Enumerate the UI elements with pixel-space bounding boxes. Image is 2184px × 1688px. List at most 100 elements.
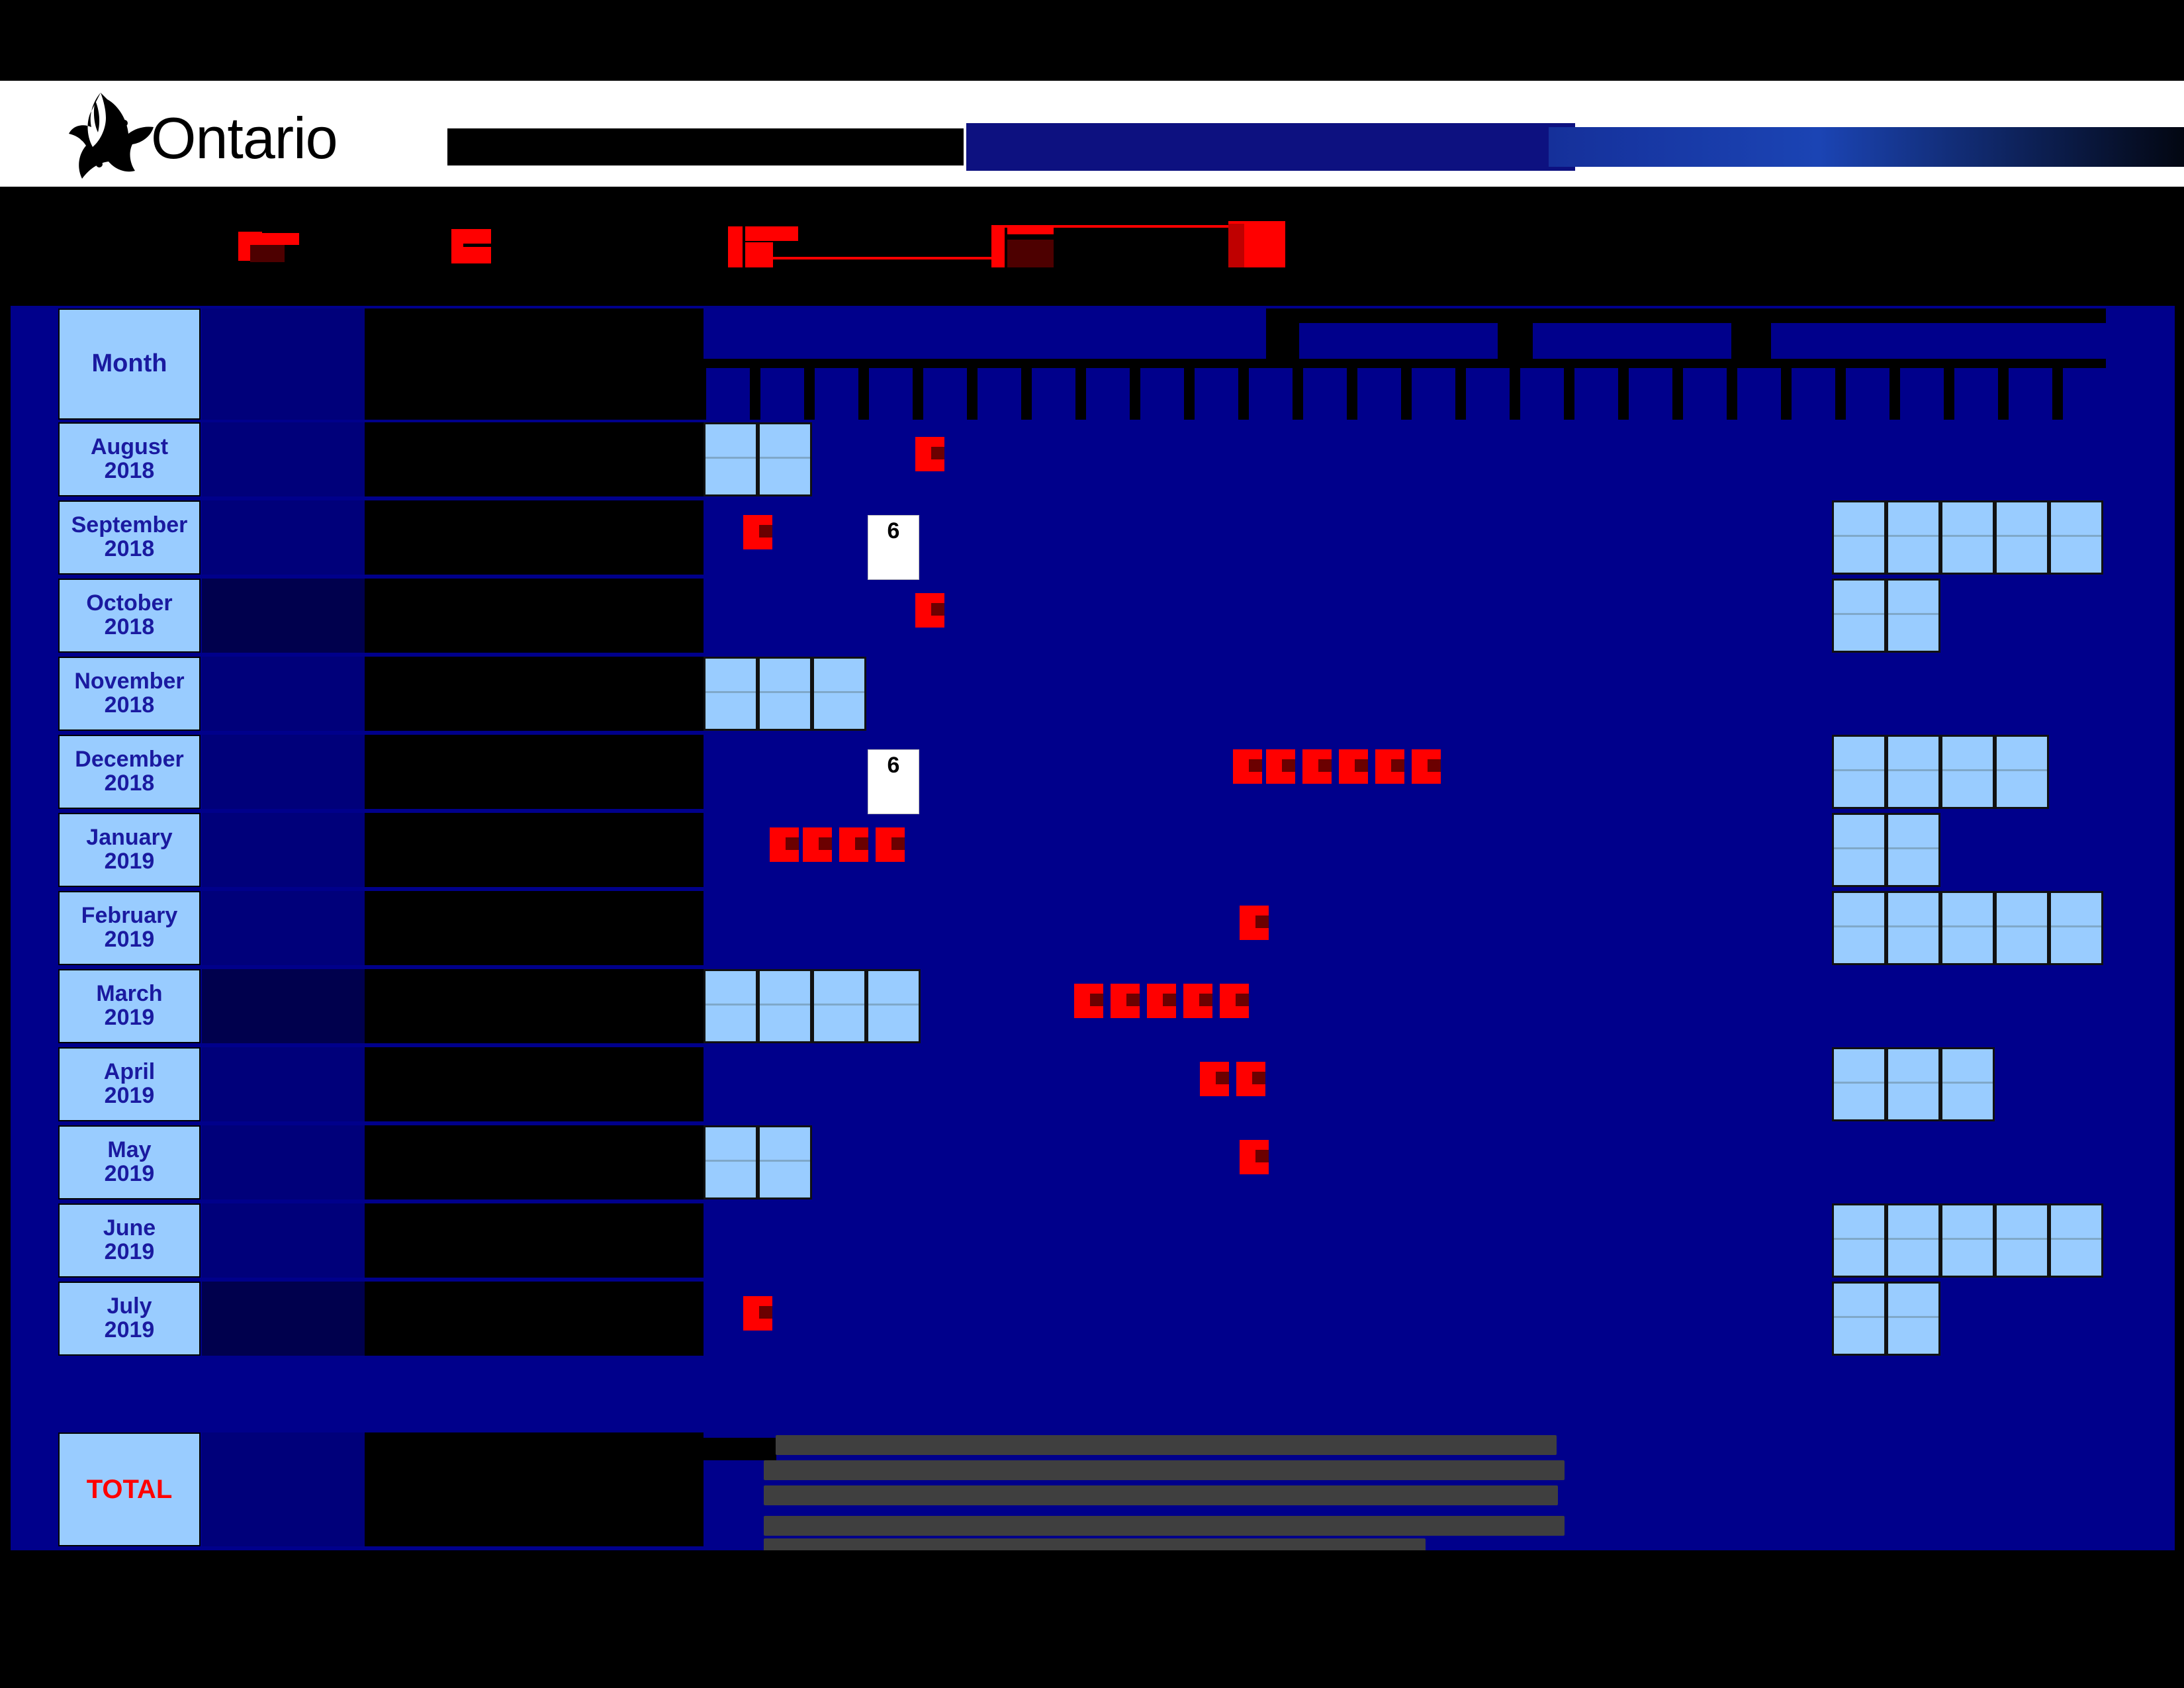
highlighted-cell[interactable] [1940,891,1995,965]
highlighted-cell[interactable] [1886,1282,1940,1356]
column-header-tick[interactable] [1412,368,1455,420]
column-header-tick[interactable] [1792,368,1835,420]
column-header-tick[interactable] [1140,368,1184,420]
column-header-tick[interactable] [1574,368,1618,420]
highlighted-cell[interactable] [1886,579,1940,653]
highlighted-cell[interactable] [704,1125,758,1199]
column-header-tick[interactable] [869,368,913,420]
highlighted-cell[interactable] [1832,579,1886,653]
month-name: March [96,981,163,1007]
column-header-tick[interactable] [1683,368,1727,420]
annotation-mark [876,827,905,862]
highlighted-cell[interactable] [1940,1203,1995,1278]
column-header-tick[interactable] [815,368,858,420]
column-header-tick[interactable] [1737,368,1781,420]
highlighted-cell[interactable] [2049,891,2103,965]
highlighted-cell[interactable] [1995,1203,2049,1278]
month-name: November [74,669,185,694]
column-header-tick[interactable] [1846,368,1889,420]
column-header-tick[interactable] [1520,368,1564,420]
highlighted-cell[interactable] [1886,735,1940,809]
highlighted-cell[interactable] [1886,1047,1940,1121]
highlighted-cell[interactable] [758,1125,812,1199]
highlighted-cell[interactable] [1832,1047,1886,1121]
table-row-col2 [202,1282,365,1356]
highlighted-cell[interactable] [1940,1047,1995,1121]
column-header-tick[interactable] [2063,368,2107,420]
month-name: August [90,434,169,460]
column-header-tick[interactable] [1357,368,1401,420]
highlighted-cell[interactable] [1832,1282,1886,1356]
column-header-tick[interactable] [1900,368,1944,420]
highlighted-cell[interactable] [704,422,758,496]
annotation-mark [1111,984,1140,1018]
table-row-month-label: October 2018 [58,579,201,653]
highlighted-cell[interactable] [1886,813,1940,887]
highlighted-cell[interactable] [1886,500,1940,575]
month-name: September [71,512,188,538]
table-row-col2 [202,891,365,965]
table-row-col3 [365,1047,704,1121]
highlighted-cell[interactable] [1832,735,1886,809]
column-header-tick[interactable] [706,368,750,420]
table-row-col3 [365,1125,704,1199]
month-year: 2019 [104,1083,155,1108]
table-row-month-label: September 2018 [58,500,201,575]
month-name: April [103,1059,156,1085]
highlighted-cell[interactable] [812,969,866,1043]
highlighted-cell[interactable] [812,657,866,731]
column-header-tick[interactable] [1629,368,1672,420]
annotation-mark [743,515,772,549]
column-header-tick[interactable] [2009,368,2052,420]
table-row-col2 [202,1047,365,1121]
header-bar-accent [1549,127,2184,167]
highlighted-cell[interactable] [758,422,812,496]
highlighted-cell[interactable] [704,969,758,1043]
annotation-mark [1240,906,1269,940]
highlighted-cell[interactable] [1995,891,2049,965]
column-header-tick[interactable] [923,368,967,420]
highlighted-cell[interactable] [2049,500,2103,575]
column-header-tick[interactable] [1195,368,1238,420]
annotation-band [0,187,2184,306]
highlighted-cell[interactable] [704,657,758,731]
month-year: 2019 [104,1161,155,1186]
footnote-leader-block [704,1438,776,1460]
column-header-tick[interactable] [978,368,1021,420]
highlighted-cell[interactable] [1832,500,1886,575]
highlighted-cell[interactable] [1886,891,1940,965]
highlighted-cell[interactable] [866,969,921,1043]
month-year: 2018 [104,536,155,561]
highlighted-cell[interactable] [1832,1203,1886,1278]
column-header-tick[interactable] [1032,368,1075,420]
table-row-col2 [202,500,365,575]
highlighted-cell[interactable] [758,969,812,1043]
table-row-col3 [365,657,704,731]
month-name: December [75,747,184,773]
total-row-col2 [202,1432,365,1546]
table-row-month-label: December 2018 [58,735,201,809]
table-row-col2 [202,969,365,1043]
header-group-block-3 [1533,323,1731,359]
column-header-tick[interactable] [1303,368,1347,420]
column-header-tick[interactable] [1954,368,1998,420]
highlighted-cell[interactable] [1995,735,2049,809]
table-row-col3 [365,735,704,809]
annotation-mark [1147,984,1176,1018]
footnote-line-4 [764,1516,1565,1536]
highlighted-cell[interactable] [2049,1203,2103,1278]
column-header-tick[interactable] [760,368,804,420]
highlighted-cell[interactable] [1940,500,1995,575]
annotation-mark [1240,1140,1269,1174]
highlighted-cell[interactable] [758,657,812,731]
column-header-tick[interactable] [1466,368,1510,420]
highlighted-cell[interactable] [1886,1203,1940,1278]
highlighted-cell[interactable] [1832,891,1886,965]
table-row-col2 [202,1125,365,1199]
highlighted-cell[interactable] [1940,735,1995,809]
table-row-col2 [202,735,365,809]
column-header-tick[interactable] [1249,368,1293,420]
column-header-tick[interactable] [1086,368,1130,420]
highlighted-cell[interactable] [1832,813,1886,887]
highlighted-cell[interactable] [1995,500,2049,575]
